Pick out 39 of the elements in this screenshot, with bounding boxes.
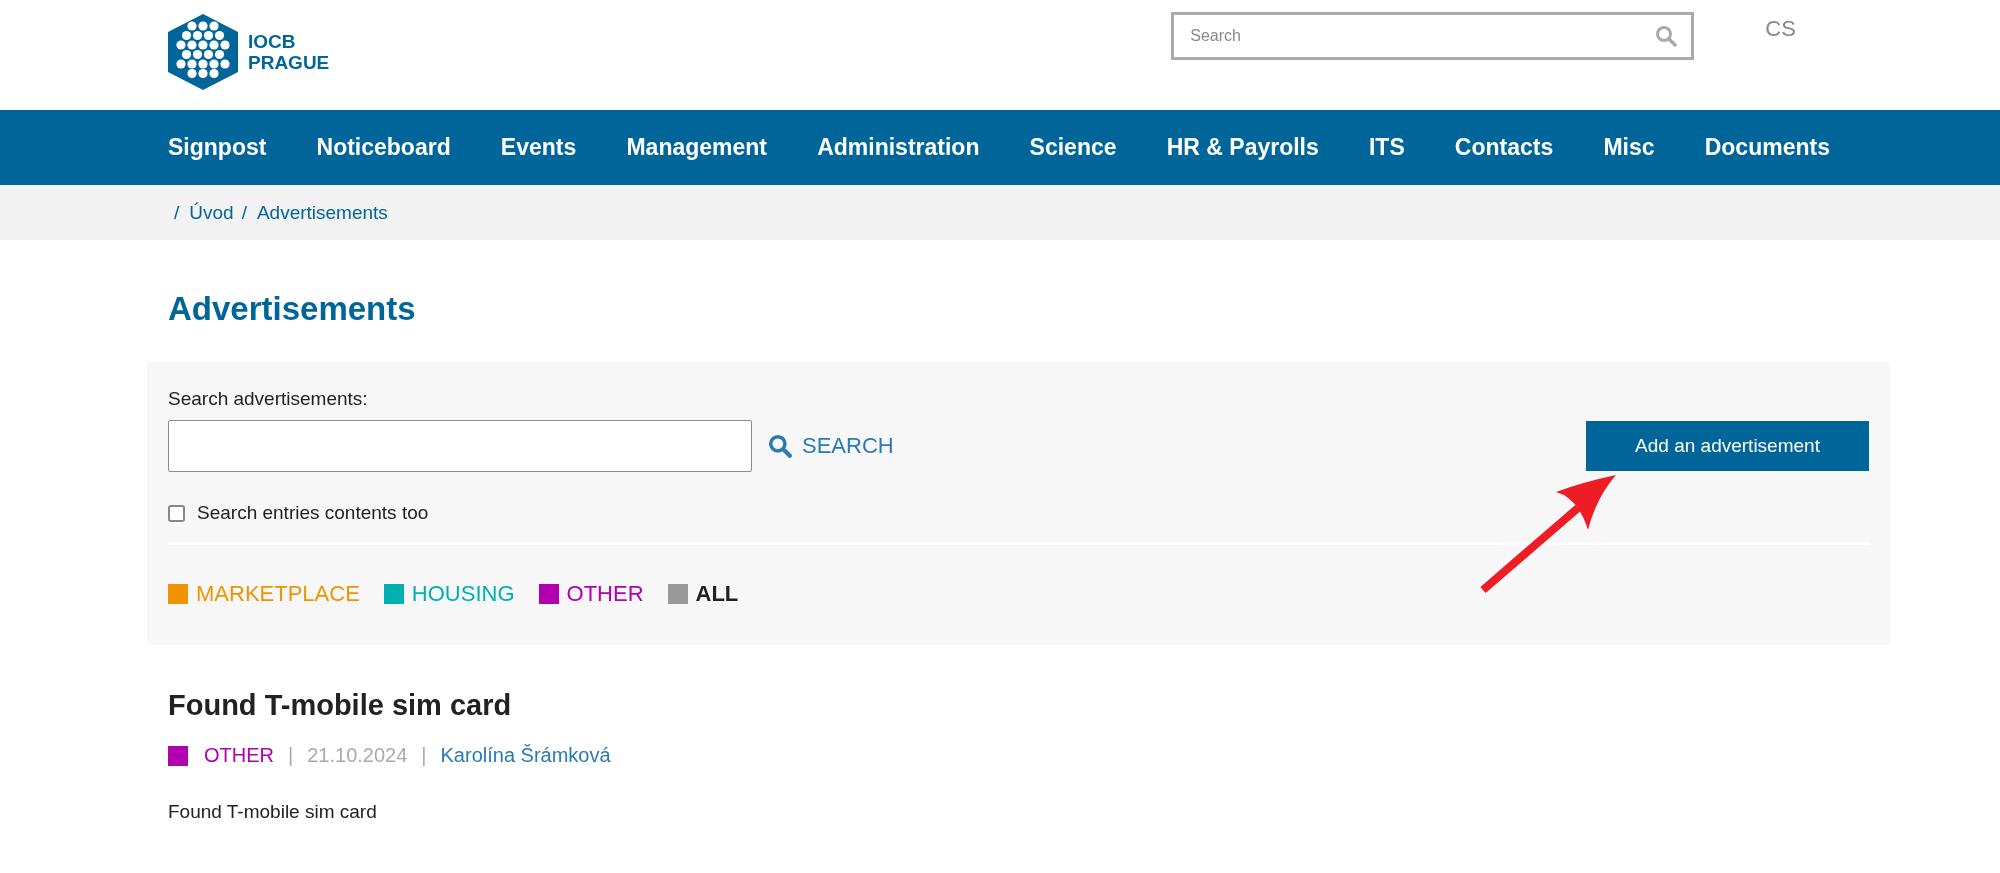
breadcrumb-separator: / xyxy=(174,201,180,224)
add-advertisement-button[interactable]: Add an advertisement xyxy=(1586,421,1869,471)
meta-separator: | xyxy=(288,744,294,767)
category-filter[interactable]: OTHER xyxy=(538,581,644,607)
advertisement-text: Found T-mobile sim card xyxy=(168,801,378,823)
nav-link[interactable]: Misc xyxy=(1603,134,1655,161)
checkbox-label: Search entries contents too xyxy=(197,502,429,524)
nav-link[interactable]: Administration xyxy=(817,134,980,161)
nav-link[interactable]: Contacts xyxy=(1454,134,1554,161)
nav-link[interactable]: ITS xyxy=(1368,134,1405,161)
breadcrumb-link[interactable]: Advertisements xyxy=(256,201,388,224)
logo-text: IOCB xyxy=(248,31,297,52)
search-icon xyxy=(768,434,792,458)
checkbox[interactable] xyxy=(168,504,185,522)
advertisement-title[interactable]: Found T-mobile sim card xyxy=(168,689,1890,722)
meta-separator: | xyxy=(421,744,427,767)
category-label: OTHER xyxy=(204,744,274,767)
hexagon-logo-icon xyxy=(168,14,238,90)
logo[interactable]: IOCB PRAGUE xyxy=(168,14,330,90)
nav-link[interactable]: HR & Payrolls xyxy=(1166,134,1319,161)
search-label: Search advertisements: xyxy=(168,388,369,410)
logo-text: PRAGUE xyxy=(248,52,330,73)
nav-link[interactable]: Events xyxy=(500,134,577,161)
search-icon xyxy=(1655,25,1678,47)
page-title: Advertisements xyxy=(168,290,417,329)
language-link[interactable]: CS xyxy=(1765,16,1796,42)
nav-link[interactable]: Management xyxy=(626,134,768,161)
author-link[interactable]: Karolína Šrámková xyxy=(440,744,611,767)
search-field[interactable]: Search xyxy=(1171,12,1695,60)
breadcrumb-link[interactable]: Úvod xyxy=(189,201,234,224)
date-text: 21.10.2024 xyxy=(307,744,408,767)
nav-link[interactable]: Noticeboard xyxy=(316,134,451,161)
nav-link[interactable]: Science xyxy=(1029,134,1117,161)
nav-link[interactable]: Signpost xyxy=(168,134,267,161)
search-input[interactable] xyxy=(168,420,752,472)
category-filter[interactable]: ALL xyxy=(667,581,739,607)
search-link[interactable]: SEARCH xyxy=(768,433,894,459)
breadcrumb-separator: / xyxy=(241,201,247,224)
nav-link[interactable]: Documents xyxy=(1704,134,1830,161)
